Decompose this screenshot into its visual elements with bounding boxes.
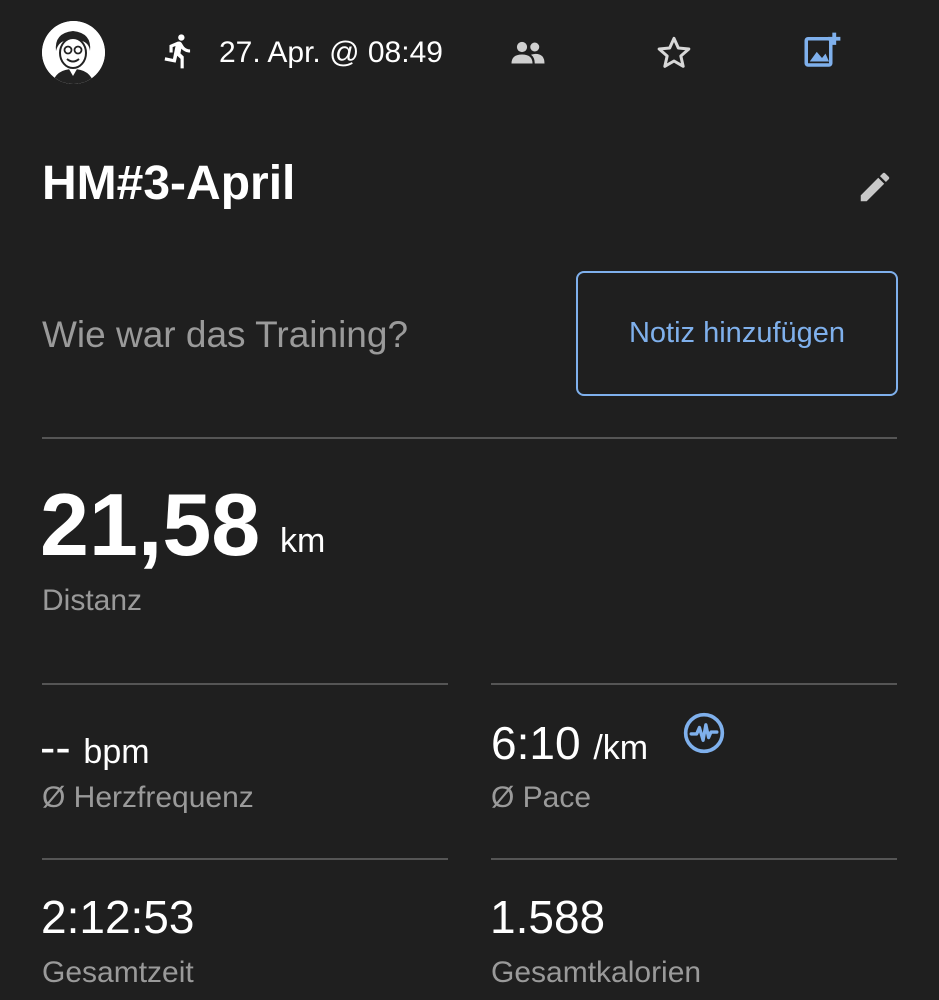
pace-value: 6:10 /km (491, 716, 648, 775)
pace-label: Ø Pace (491, 781, 592, 814)
heart-rate-unit: bpm (83, 733, 150, 771)
activity-date-time: 27. Apr. @ 08:49 (219, 36, 443, 69)
activity-title: HM#3-April (42, 157, 296, 210)
note-prompt: Wie war das Training? (42, 314, 409, 355)
divider (42, 683, 448, 685)
add-photo-icon[interactable] (800, 30, 844, 72)
total-time-label: Gesamtzeit (42, 956, 194, 989)
distance-label: Distanz (42, 584, 143, 617)
distance-unit: km (280, 522, 326, 560)
group-icon[interactable] (510, 38, 546, 68)
pace-unit: /km (593, 729, 649, 767)
add-note-button-label: Notiz hinzufügen (628, 317, 846, 349)
pace-number: 6:10 (491, 717, 581, 769)
running-icon (164, 34, 191, 69)
avatar-illustration (42, 21, 105, 84)
calories-label: Gesamtkalorien (491, 956, 702, 989)
divider (42, 858, 448, 860)
heart-rate-number: -- (40, 721, 71, 773)
pace-info-icon[interactable] (682, 711, 726, 755)
calories-value: 1.588 (490, 891, 606, 943)
heart-rate-value: -- bpm (40, 720, 150, 779)
edit-pencil-icon[interactable] (856, 168, 894, 206)
avatar[interactable] (42, 21, 105, 84)
divider (42, 437, 897, 439)
heart-rate-label: Ø Herzfrequenz (42, 781, 254, 814)
distance-value: 21,58 (40, 475, 261, 574)
star-icon[interactable] (654, 33, 694, 73)
divider (491, 683, 897, 685)
total-time-value: 2:12:53 (41, 891, 195, 943)
add-note-button[interactable]: Notiz hinzufügen (576, 271, 898, 396)
divider (491, 858, 897, 860)
